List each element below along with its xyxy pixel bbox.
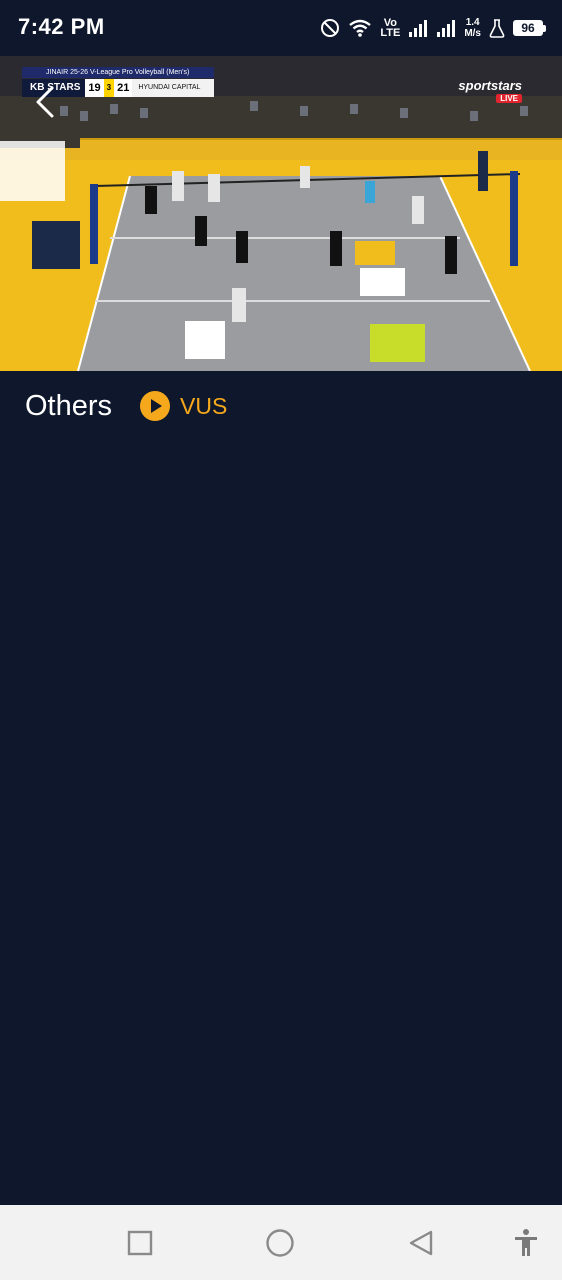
battery-level: 96 — [513, 20, 543, 36]
wifi-icon — [349, 19, 372, 37]
back-nav-button[interactable] — [405, 1227, 437, 1259]
chevron-left-icon — [36, 86, 54, 118]
home-score: 19 — [85, 79, 104, 97]
accessibility-icon — [515, 1229, 537, 1256]
signal-icon — [409, 20, 428, 37]
recents-button[interactable] — [124, 1227, 156, 1259]
net-speed-value: 1.4 — [465, 17, 480, 28]
do-not-disturb-icon — [321, 19, 340, 37]
signal-icon — [437, 20, 456, 37]
away-score: 21 — [114, 79, 133, 97]
live-badge: LIVE — [496, 94, 522, 103]
broadcaster-logo: sportstars — [458, 78, 522, 93]
triangle-back-icon — [409, 1230, 433, 1256]
set-number: 3 — [103, 79, 115, 97]
video-player[interactable]: JINAIR 25-26 V-League Pro Volleyball (Me… — [0, 56, 562, 371]
circle-icon — [266, 1229, 294, 1257]
accessibility-button[interactable] — [510, 1227, 542, 1259]
system-nav-bar — [0, 1205, 562, 1280]
league-name: VUS — [180, 392, 228, 419]
net-speed: 1.4 M/s — [464, 17, 481, 39]
volte-indicator: Vo LTE — [380, 18, 401, 39]
video-frame — [0, 56, 562, 371]
battery-cap — [543, 24, 546, 32]
net-speed-unit: M/s — [464, 28, 481, 39]
back-button[interactable] — [30, 84, 64, 120]
home-button[interactable] — [264, 1227, 296, 1259]
square-icon — [127, 1230, 153, 1256]
flask-icon — [489, 19, 505, 38]
match-info: Others VUS — [25, 386, 227, 426]
match-category: Others — [25, 389, 113, 422]
status-bar: 7:42 PM Vo LTE 1.4 M/s 96 — [0, 0, 562, 56]
status-time: 7:42 PM — [18, 14, 105, 39]
play-circle-icon — [140, 391, 171, 421]
volte-bottom: LTE — [380, 27, 401, 39]
battery-icon: 96 — [513, 20, 546, 36]
league-link[interactable]: VUS — [140, 391, 227, 421]
scoreboard-title: JINAIR 25-26 V-League Pro Volleyball (Me… — [22, 67, 214, 78]
status-icons: Vo LTE 1.4 M/s 96 — [320, 12, 546, 44]
away-team: HYUNDAI CAPITAL — [132, 79, 214, 97]
